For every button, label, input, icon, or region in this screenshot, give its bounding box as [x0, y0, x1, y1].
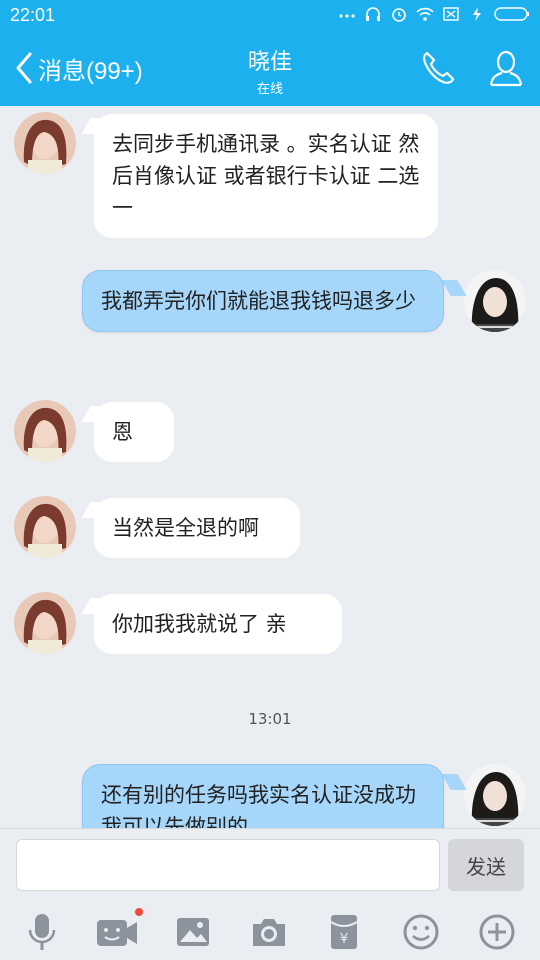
my-avatar[interactable]	[464, 764, 526, 826]
video-call-button[interactable]	[95, 908, 143, 954]
plus-icon	[479, 914, 515, 950]
emoji-button[interactable]	[399, 910, 443, 954]
alarm-icon	[392, 8, 406, 22]
status-bar: 22:01	[0, 0, 540, 30]
wifi-icon	[416, 7, 434, 21]
contact-avatar[interactable]	[14, 400, 76, 462]
sim-icon	[443, 7, 459, 21]
message-input[interactable]	[16, 839, 440, 891]
message-text: 还有别的任务吗我实名认证没成功我可以先做别的	[101, 783, 416, 828]
chat-header: 消息(99+) 晓佳 在线	[0, 30, 540, 106]
video-icon	[97, 920, 137, 946]
message-bubble-outgoing[interactable]: 还有别的任务吗我实名认证没成功我可以先做别的	[82, 764, 444, 828]
online-status: 在线	[256, 82, 283, 97]
camera-icon	[253, 919, 285, 946]
contact-avatar[interactable]	[14, 112, 76, 174]
camera-button[interactable]	[247, 910, 291, 954]
message-bubble-incoming[interactable]: 去同步手机通讯录 。实名认证 然后肖像认证 或者银行卡认证 二选一	[94, 114, 438, 238]
avatar-image	[464, 764, 526, 826]
microphone-icon	[28, 914, 56, 950]
voice-button[interactable]	[20, 910, 64, 954]
person-icon	[489, 50, 523, 87]
status-time: 22:01	[10, 5, 56, 25]
avatar-image	[14, 112, 76, 174]
my-avatar[interactable]	[464, 270, 526, 332]
emoji-icon	[403, 914, 439, 950]
status-icons	[338, 6, 530, 22]
message-bubble-incoming[interactable]: 当然是全退的啊	[94, 498, 300, 558]
red-packet-icon: ¥	[330, 915, 358, 949]
contact-avatar[interactable]	[14, 592, 76, 654]
charging-icon	[473, 7, 481, 21]
avatar-image	[14, 400, 76, 462]
svg-text:¥: ¥	[340, 932, 348, 947]
chat-area[interactable]: 去同步手机通讯录 。实名认证 然后肖像认证 或者银行卡认证 二选一 我都弄完你们…	[0, 106, 540, 828]
message-text: 去同步手机通讯录 。实名认证 然后肖像认证 或者银行卡认证 二选一	[112, 132, 420, 220]
bubble-tail	[441, 280, 467, 296]
contact-name: 晓佳	[247, 50, 292, 75]
headset-icon	[366, 7, 380, 21]
avatar-image	[464, 270, 526, 332]
dots-icon	[339, 14, 355, 18]
call-button[interactable]	[418, 48, 458, 88]
message-text: 当然是全退的啊	[112, 516, 259, 540]
phone-icon	[423, 51, 455, 84]
more-button[interactable]	[475, 910, 519, 954]
message-text: 你加我我就说了 亲	[112, 612, 287, 636]
message-text: 恩	[112, 420, 133, 444]
profile-button[interactable]	[486, 48, 526, 88]
chevron-left-icon	[16, 52, 32, 84]
red-packet-button[interactable]: ¥	[322, 910, 366, 954]
input-bar: 发送	[0, 828, 540, 904]
message-bubble-incoming[interactable]: 恩	[94, 402, 174, 462]
send-button[interactable]: 发送	[448, 839, 524, 891]
avatar-image	[14, 496, 76, 558]
back-button[interactable]: 消息(99+)	[14, 48, 143, 88]
chat-toolbar: ¥	[0, 904, 540, 960]
bubble-tail	[441, 774, 467, 790]
message-text: 我都弄完你们就能退我钱吗退多少	[101, 289, 416, 313]
message-bubble-incoming[interactable]: 你加我我就说了 亲	[94, 594, 342, 654]
gallery-button[interactable]	[171, 910, 215, 954]
battery-icon	[494, 7, 529, 21]
notification-dot	[135, 908, 143, 916]
avatar-image	[14, 592, 76, 654]
back-label: 消息(99+)	[38, 57, 143, 85]
contact-title[interactable]: 晓佳 在线	[170, 44, 370, 97]
image-icon	[177, 918, 209, 946]
message-bubble-outgoing[interactable]: 我都弄完你们就能退我钱吗退多少	[82, 270, 444, 332]
message-timestamp: 13:01	[248, 710, 292, 728]
contact-avatar[interactable]	[14, 496, 76, 558]
